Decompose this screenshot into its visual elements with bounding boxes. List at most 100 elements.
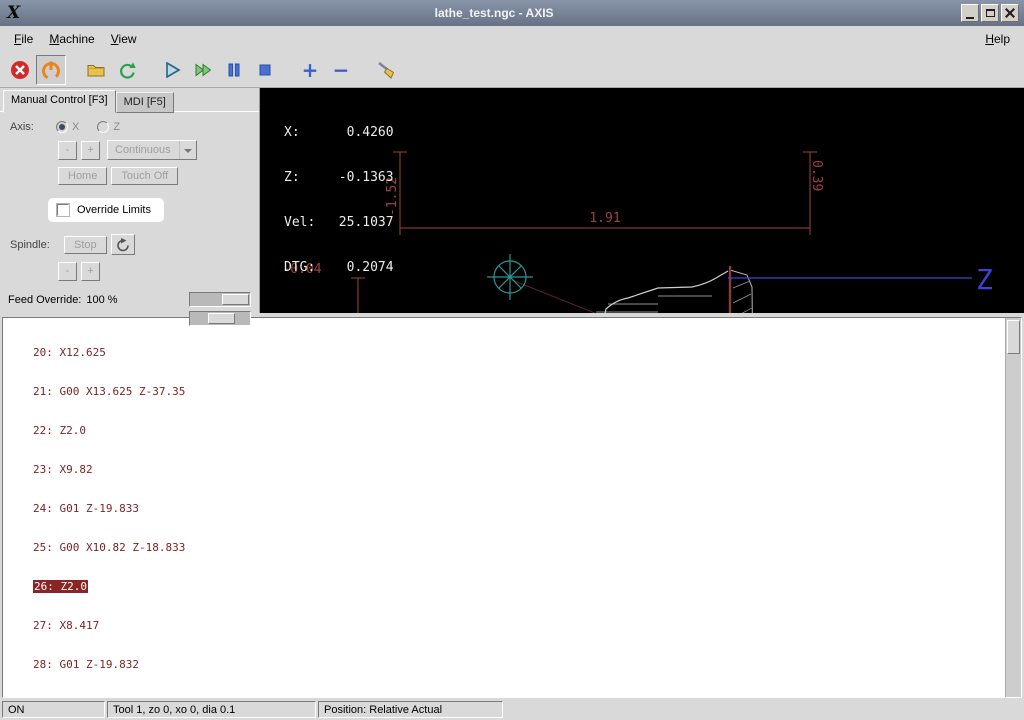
folder-icon <box>87 64 105 76</box>
tool-crosshair-icon <box>487 254 533 300</box>
gcode-line[interactable]: 21: G00 X13.625 Z-37.35 <box>33 385 1005 398</box>
tab-manual-control[interactable]: Manual Control [F3] <box>3 90 116 113</box>
part-profile <box>511 266 753 313</box>
override-limits-control: Override Limits <box>48 198 164 222</box>
gcode-line[interactable]: 22: Z2.0 <box>33 424 1005 437</box>
gcode-section: 20: X12.625 21: G00 X13.625 Z-37.35 22: … <box>0 313 1024 700</box>
machine-on-button[interactable] <box>36 54 66 85</box>
feed-override-slider-thumb[interactable] <box>222 294 249 305</box>
spindle-label: Spindle: <box>10 238 50 251</box>
open-file-button[interactable] <box>81 54 111 85</box>
menu-help[interactable]: Help <box>977 29 1018 49</box>
dro-readout: X: 0.4260 Z: -0.1363 Vel: 25.1037 DTG: 0… <box>284 95 394 305</box>
jog-mode-select[interactable]: Continuous <box>107 140 197 160</box>
touch-off-button[interactable]: Touch Off <box>111 167 179 185</box>
zoom-out-button[interactable]: − <box>326 54 356 85</box>
spindle-stop-button[interactable]: Stop <box>64 235 107 254</box>
power-icon <box>42 61 60 80</box>
jog-speed-slider[interactable] <box>189 311 251 326</box>
gcode-line-active[interactable]: 26: Z2.0 <box>33 580 1005 593</box>
panel-tabs: Manual Control [F3] MDI [F5] <box>0 88 259 113</box>
dro-line-x: X: 0.4260 <box>284 125 394 140</box>
dro-line-vel: Vel: 25.1037 <box>284 215 394 230</box>
step-icon <box>195 63 212 76</box>
tab-mdi[interactable]: MDI [F5] <box>115 92 174 113</box>
axis-radio-x[interactable] <box>56 121 68 133</box>
feed-override-value: 100 % <box>86 293 118 306</box>
home-button[interactable]: Home <box>58 167 108 185</box>
roughing-passes <box>596 295 712 313</box>
gcode-line[interactable]: 25: G00 X10.82 Z-18.833 <box>33 541 1005 554</box>
spindle-turn-button[interactable] <box>110 234 135 255</box>
jog-plus-button[interactable]: + <box>81 140 100 160</box>
dro-line-dtg: DTG: 0.2074 <box>284 260 394 275</box>
position-mode-cell: Position: Relative Actual <box>318 701 503 718</box>
override-limits-checkbox[interactable] <box>56 203 70 217</box>
pause-button[interactable] <box>219 54 249 85</box>
close-button[interactable] <box>1001 4 1019 22</box>
manual-control-panel: Manual Control [F3] MDI [F5] Axis: X Z -… <box>0 88 260 326</box>
spindle-plus-button[interactable]: + <box>81 262 100 281</box>
run-button[interactable] <box>157 54 187 85</box>
dimension-lines <box>351 151 817 313</box>
gcode-scrollbar-thumb[interactable] <box>1007 320 1020 354</box>
chevron-down-icon <box>178 141 196 159</box>
maximize-icon <box>985 9 995 17</box>
x11-logo-icon: X <box>7 3 21 23</box>
brush-icon <box>378 61 395 79</box>
stop-icon <box>259 64 271 75</box>
axis-window: X lathe_test.ngc - AXIS File Machine Vie… <box>0 0 1024 720</box>
jog-speed-slider-thumb[interactable] <box>208 313 235 324</box>
axis-radio-x-label: X <box>72 121 80 133</box>
jog-minus-button[interactable]: - <box>58 140 77 160</box>
jog-mode-value: Continuous <box>115 144 171 156</box>
gcode-scrollbar[interactable] <box>1005 318 1021 697</box>
minimize-button[interactable] <box>961 4 979 22</box>
reload-button[interactable] <box>112 54 142 85</box>
estop-button[interactable] <box>5 54 35 85</box>
reload-icon <box>120 61 136 79</box>
menu-file[interactable]: File <box>6 29 41 49</box>
gcode-listing: 20: X12.625 21: G00 X13.625 Z-37.35 22: … <box>2 317 1022 698</box>
axis-label: Axis: <box>10 121 34 133</box>
tab-mdi-label: MDI [F5] <box>123 96 166 108</box>
override-limits-label: Override Limits <box>77 204 151 216</box>
tab-manual-control-label: Manual Control [F3] <box>11 94 108 106</box>
feed-override-label: Feed Override: <box>8 293 82 306</box>
zoom-in-button[interactable]: + <box>295 54 325 85</box>
feed-override-slider[interactable] <box>189 292 251 307</box>
clear-plot-button[interactable] <box>371 54 401 85</box>
maximize-button[interactable] <box>981 4 999 22</box>
titlebar[interactable]: X lathe_test.ngc - AXIS <box>0 0 1024 26</box>
stop-button[interactable] <box>250 54 280 85</box>
spindle-minus-button[interactable]: - <box>58 262 77 281</box>
menubar: File Machine View Help <box>0 26 1024 52</box>
panel-body: Axis: X Z - + Continuous Home Touch Off … <box>0 111 259 336</box>
hatch-lines <box>732 280 753 313</box>
pause-icon <box>228 63 240 76</box>
toolbar: + − <box>0 52 1024 88</box>
preview-area[interactable]: -1.52 1.91 0.39 -0.04 0.63 0.59 <box>260 88 1024 313</box>
gcode-line[interactable]: 24: G01 Z-19.833 <box>33 502 1005 515</box>
gcode-line[interactable]: 23: X9.82 <box>33 463 1005 476</box>
gcode-line[interactable]: 20: X12.625 <box>33 346 1005 359</box>
window-title: lathe_test.ngc - AXIS <box>434 6 554 20</box>
statusbar-filler <box>505 701 1022 718</box>
play-icon <box>166 61 181 78</box>
spindle-rotate-icon <box>116 237 129 251</box>
close-icon <box>1005 8 1015 18</box>
menu-view[interactable]: View <box>103 29 145 49</box>
axis-radio-z-label: Z <box>113 121 121 133</box>
tool-info-cell: Tool 1, zo 0, xo 0, dia 0.1 <box>107 701 316 718</box>
zoom-out-icon: − <box>332 57 350 82</box>
axis-radio-z[interactable] <box>97 121 110 133</box>
zoom-in-icon: + <box>301 57 319 82</box>
menu-machine[interactable]: Machine <box>41 29 102 49</box>
step-button[interactable] <box>188 54 218 85</box>
minimize-icon <box>966 16 974 19</box>
gcode-line[interactable]: 28: G01 Z-19.832 <box>33 658 1005 671</box>
gcode-line[interactable]: 27: X8.417 <box>33 619 1005 632</box>
dim-z-max-label: 0.39 <box>809 160 824 191</box>
dim-z-total-label: 1.91 <box>589 211 620 226</box>
estop-icon <box>11 60 29 79</box>
